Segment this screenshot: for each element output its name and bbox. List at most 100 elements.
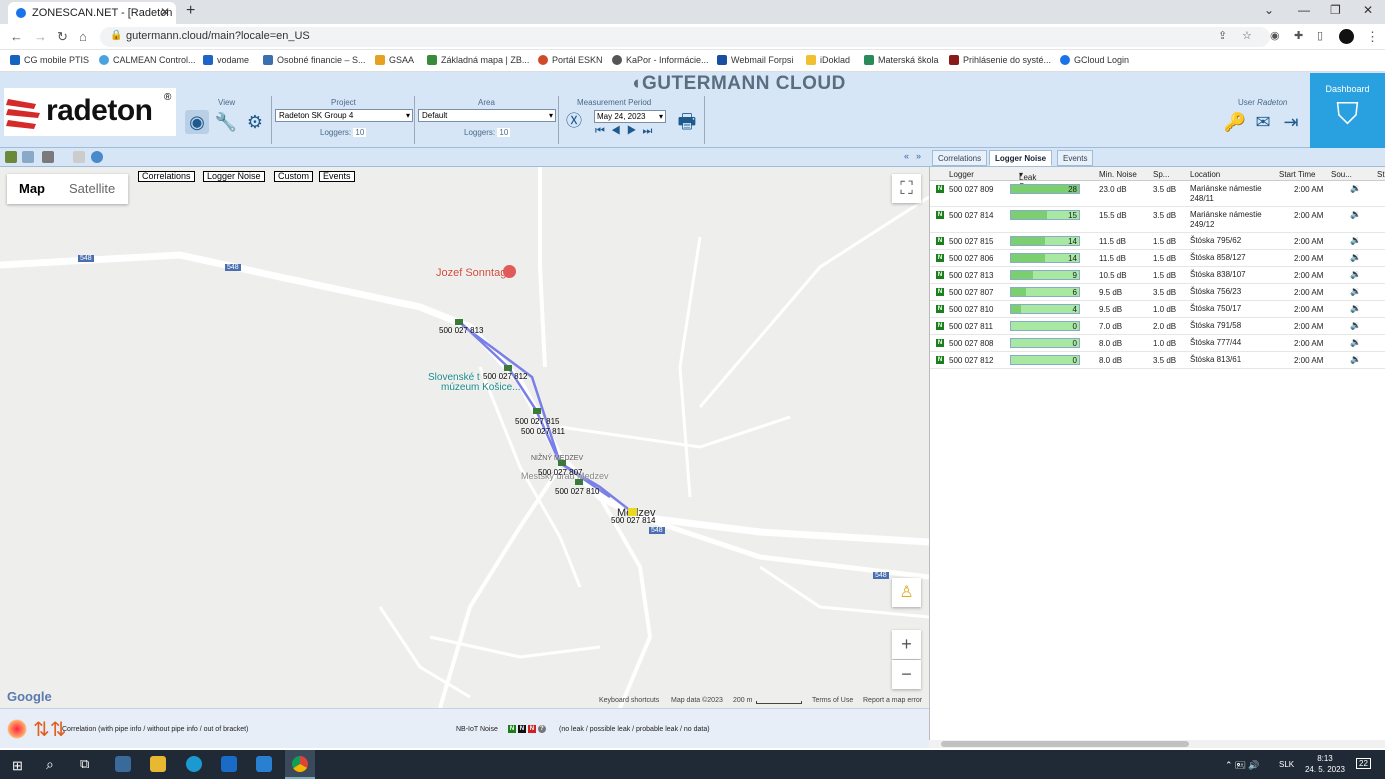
bookmark-item[interactable]: CALMEAN Control... [99, 55, 196, 65]
extension-icon[interactable]: ◉ [1270, 29, 1280, 42]
back-icon[interactable]: ← [10, 29, 23, 44]
sound-play-icon[interactable]: 🔉 [1350, 337, 1361, 348]
col-spread[interactable]: Sp... [1153, 170, 1169, 179]
close-tab-icon[interactable]: ✕ [160, 5, 170, 19]
col-leak-score[interactable]: Leak Score ▾ [1019, 170, 1040, 191]
export-icon[interactable] [73, 151, 85, 163]
street-view-icon[interactable]: ♙ [892, 578, 921, 607]
logger-marker-label[interactable]: 500 027 813 [439, 326, 484, 335]
print-icon[interactable]: 🖶 [675, 110, 699, 134]
sound-play-icon[interactable]: 🔉 [1350, 252, 1361, 263]
bookmark-item[interactable]: Základná mapa | ZB... [427, 55, 529, 65]
col-start-time[interactable]: Start Time [1279, 170, 1315, 179]
col-min-noise[interactable]: Min. Noise [1099, 170, 1137, 179]
mail-icon[interactable]: ✉ [1251, 110, 1275, 134]
logger-marker-label[interactable]: 500 027 812 [483, 372, 528, 381]
file-explorer-icon[interactable] [150, 756, 166, 772]
sound-play-icon[interactable]: 🔉 [1350, 269, 1361, 280]
keyboard-shortcuts-link[interactable]: Keyboard shortcuts [599, 697, 659, 704]
restore-icon[interactable]: ❐ [1330, 3, 1341, 17]
logger-marker-label[interactable]: 500 027 810 [555, 487, 600, 496]
col-sound[interactable]: Sou... [1331, 170, 1352, 179]
bookmark-star-icon[interactable]: ☆ [1242, 29, 1252, 42]
period-nav-icons[interactable]: ⏮◀▶⏭ [595, 125, 658, 138]
table-row[interactable]: N 500 027 807 6 9.5 dB 3.5 dB Štóska 756/23 2:… [930, 284, 1385, 301]
bookmark-item[interactable]: Materská škola [864, 55, 939, 65]
close-window-icon[interactable]: ✕ [1363, 3, 1373, 17]
correlations-layer-button[interactable]: Correlations [138, 171, 195, 182]
logger-marker-icon[interactable] [504, 365, 512, 371]
bookmark-item[interactable]: GSAA [375, 55, 414, 65]
horizontal-scrollbar[interactable] [929, 740, 1385, 748]
logger-marker-label[interactable]: 500 027 811 [521, 427, 565, 436]
project-select[interactable]: Radeton SK Group 4 [275, 109, 413, 122]
sidepanel-icon[interactable]: ▯ [1317, 29, 1323, 42]
bookmark-item[interactable]: Portál ESKN [538, 55, 603, 65]
task-view-icon[interactable]: ⧉ [80, 756, 89, 772]
map-type-map[interactable]: Map [19, 181, 45, 196]
events-layer-button[interactable]: Events [319, 171, 355, 182]
minimize-icon[interactable]: — [1298, 3, 1310, 17]
date-picker[interactable]: May 24, 2023 [594, 110, 666, 123]
sound-play-icon[interactable]: 🔉 [1350, 209, 1361, 220]
table-row[interactable]: N 500 027 810 4 9.5 dB 1.0 dB Štóska 750/17 2:… [930, 301, 1385, 318]
sound-play-icon[interactable]: 🔉 [1350, 286, 1361, 297]
table-row[interactable]: N 500 027 812 0 8.0 dB 3.5 dB Štóska 813/61 2:… [930, 352, 1385, 369]
collapse-panel-icon[interactable]: « [904, 151, 909, 161]
logger-marker-icon[interactable] [558, 460, 566, 466]
terms-link[interactable]: Terms of Use [812, 697, 853, 704]
tools-icon[interactable]: 🔧 [214, 110, 238, 134]
logger-noise-layer-button[interactable]: Logger Noise [203, 171, 265, 182]
clock[interactable]: 8:13 24. 5. 2023 [1305, 753, 1345, 775]
url-input[interactable]: 🔒 gutermann.cloud/main?locale=en_US [100, 27, 1270, 47]
sound-play-icon[interactable]: 🔉 [1350, 320, 1361, 331]
table-row[interactable]: N 500 027 814 15 15.5 dB 3.5 dB Mariánske nám… [930, 207, 1385, 233]
bookmark-item[interactable]: GCloud Login [1060, 55, 1129, 65]
bookmark-item[interactable]: vodame [203, 55, 249, 65]
tab-correlations[interactable]: Correlations [932, 150, 988, 166]
tray-icons[interactable]: ⌃ 🖭 🔊 [1225, 758, 1259, 774]
logger-marker-label[interactable]: 500 027 815 [515, 417, 560, 426]
sound-play-icon[interactable]: 🔉 [1350, 354, 1361, 365]
map-canvas[interactable]: Map Satellite Correlations Logger Noise … [0, 167, 929, 708]
bookmark-item[interactable]: iDoklad [806, 55, 850, 65]
map-type-satellite[interactable]: Satellite [69, 181, 115, 196]
sound-play-icon[interactable]: 🔉 [1350, 303, 1361, 314]
share-icon[interactable]: ⇪ [1218, 29, 1227, 42]
fullscreen-icon[interactable]: ⛶ [892, 174, 921, 203]
bookmark-item[interactable]: Prihlásenie do systé... [949, 55, 1051, 65]
new-tab-icon[interactable]: + [186, 2, 195, 20]
report-error-link[interactable]: Report a map error [863, 697, 922, 704]
puzzle-icon[interactable]: ✚ [1294, 29, 1303, 42]
menu-icon[interactable]: ⋮ [1366, 29, 1379, 45]
zoom-in-icon[interactable]: + [892, 630, 921, 659]
logger-marker-label[interactable]: 500 027 814 [611, 516, 656, 525]
home-icon[interactable]: ⌂ [79, 29, 87, 44]
logger-marker-icon[interactable] [455, 319, 463, 325]
col-location[interactable]: Location [1190, 170, 1220, 179]
bookmark-item[interactable]: KaPor - Informácie... [612, 55, 709, 65]
table-row[interactable]: N 500 027 815 14 11.5 dB 1.5 dB Štóska 795/62… [930, 233, 1385, 250]
dashboard-button[interactable]: Dashboard ⛉ [1310, 73, 1385, 148]
profile-avatar[interactable] [1339, 29, 1354, 44]
browser-tab[interactable]: ZONESCAN.NET - [Radeton SK G✕ [8, 2, 176, 24]
windows-start-icon[interactable]: ⊞ [12, 758, 23, 774]
key-icon[interactable]: 🔑 [1223, 110, 1247, 134]
sound-play-icon[interactable]: 🔉 [1350, 235, 1361, 246]
custom-layer-button[interactable]: Custom [274, 171, 314, 182]
bookmark-item[interactable]: CG mobile PTIS [10, 55, 89, 65]
col-status[interactable]: St [1377, 170, 1385, 179]
logger-marker-icon[interactable] [575, 479, 583, 485]
table-row[interactable]: N 500 027 813 9 10.5 dB 1.5 dB Štóska 838/107… [930, 267, 1385, 284]
map-view-icon[interactable]: ◉ [185, 110, 209, 134]
mail-app-icon[interactable] [256, 756, 272, 772]
logger-marker-icon[interactable] [628, 508, 637, 516]
search-icon[interactable]: ⌕ [46, 756, 54, 773]
sound-play-icon[interactable]: 🔉 [1350, 183, 1361, 194]
table-row[interactable]: N 500 027 808 0 8.0 dB 1.0 dB Štóska 777/44 2:… [930, 335, 1385, 352]
expand-panel-icon[interactable]: » [916, 151, 921, 161]
globe-icon[interactable] [91, 151, 103, 163]
table-row[interactable]: N 500 027 811 0 7.0 dB 2.0 dB Štóska 791/58 2:… [930, 318, 1385, 335]
chrome-taskbar-button[interactable] [285, 750, 315, 779]
outlook-icon[interactable] [221, 756, 237, 772]
